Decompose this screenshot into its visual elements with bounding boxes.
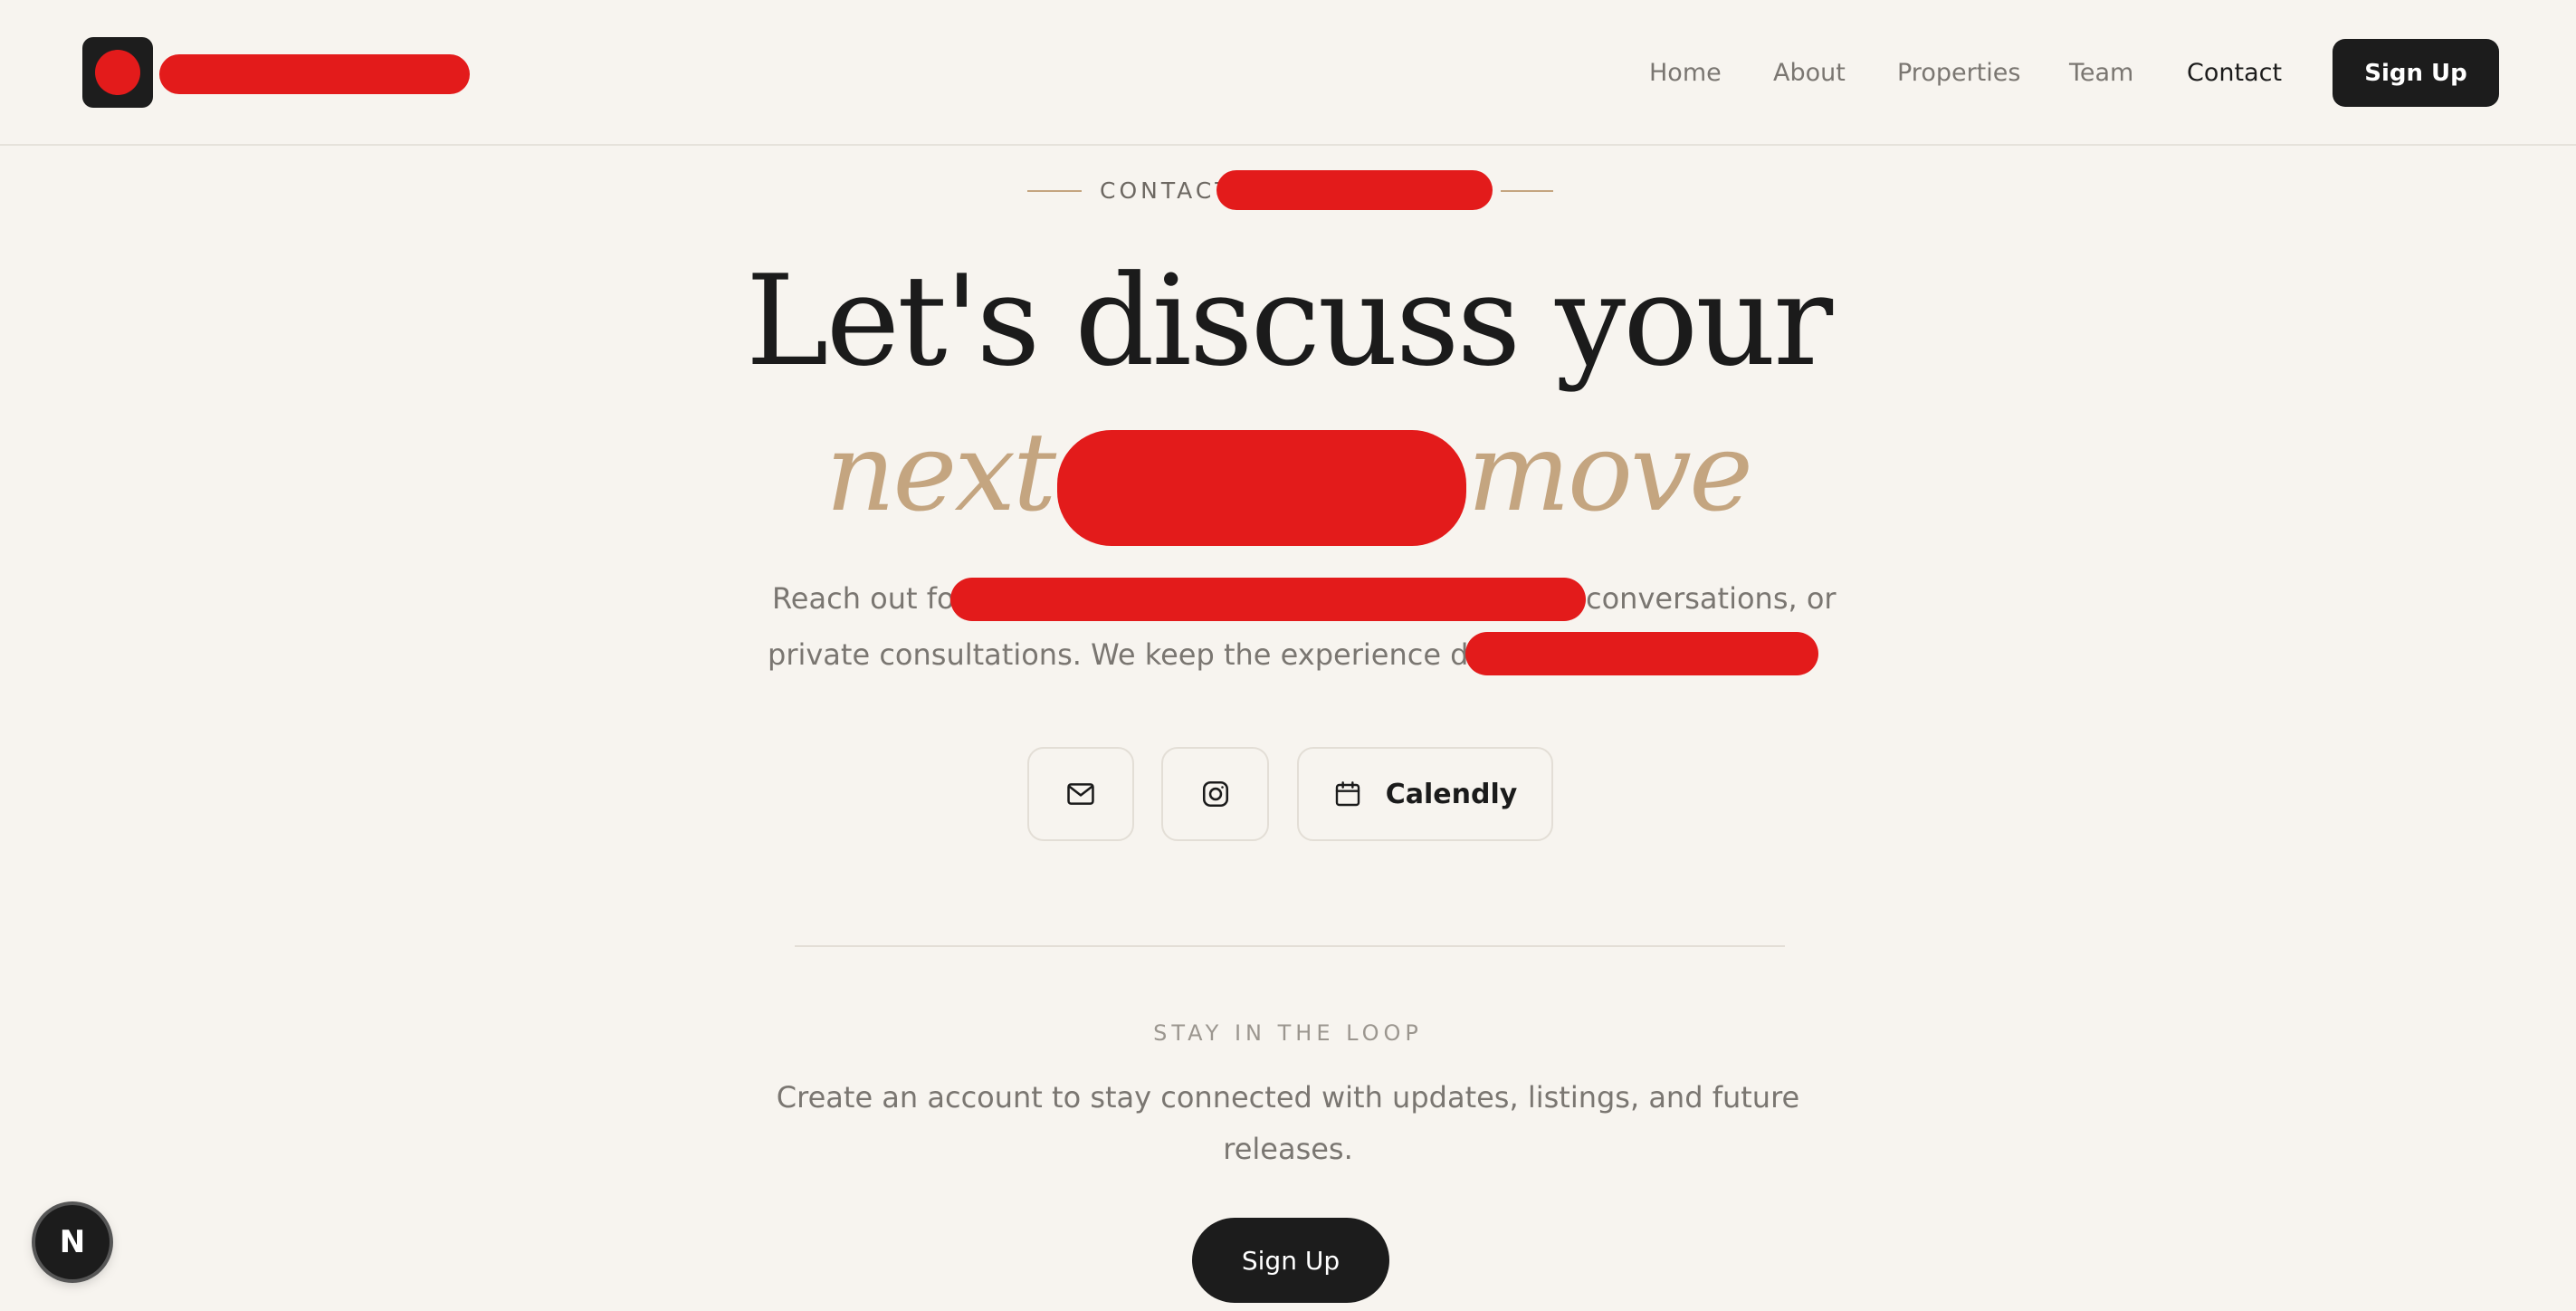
instagram-button[interactable] <box>1161 747 1269 841</box>
redacted-paragraph-2 <box>1465 632 1818 675</box>
section-divider <box>795 945 1785 947</box>
nav-about[interactable]: About <box>1773 53 1846 94</box>
eyebrow-line-right <box>1501 190 1553 192</box>
nav-contact[interactable]: Contact <box>2187 53 2282 94</box>
redacted-headline-word <box>1057 430 1466 546</box>
nav-home[interactable]: Home <box>1649 53 1722 94</box>
mail-icon <box>1067 783 1094 805</box>
newsletter-text-line-2: releases. <box>1223 1132 1353 1166</box>
calendly-button[interactable]: Calendly <box>1297 747 1553 841</box>
main-nav: Home About Properties Team Contact <box>0 53 2576 94</box>
eyebrow-label: CONTACT <box>1100 177 1233 204</box>
redacted-eyebrow-text <box>1216 170 1493 210</box>
calendly-label: Calendly <box>1385 778 1518 810</box>
headline-line-2-end: move <box>1467 410 1753 536</box>
site-header: Home About Properties Team Contact Sign … <box>0 0 2576 146</box>
newsletter-text-line-1: Create an account to stay connected with… <box>776 1080 1800 1115</box>
calendar-icon <box>1335 781 1360 807</box>
eyebrow-line-left <box>1027 190 1082 192</box>
newsletter-signup-label: Sign Up <box>1241 1245 1340 1276</box>
newsletter-signup-button[interactable]: Sign Up <box>1192 1218 1389 1303</box>
nav-team[interactable]: Team <box>2069 53 2133 94</box>
nav-properties[interactable]: Properties <box>1897 53 2020 94</box>
header-signup-label: Sign Up <box>2364 59 2467 87</box>
paragraph-line-2-start: private consultations. We keep the exper… <box>768 637 1533 672</box>
paragraph-line-1-start: Reach out for <box>772 581 967 616</box>
headline-line-1: Let's discuss your <box>745 248 1833 394</box>
headline-line-2-start: next <box>825 410 1056 536</box>
header-signup-button[interactable]: Sign Up <box>2333 39 2499 107</box>
nextjs-logo-icon: N <box>59 1224 86 1260</box>
email-button[interactable] <box>1027 747 1134 841</box>
nextjs-dev-badge[interactable]: N <box>35 1205 110 1279</box>
redacted-paragraph-1 <box>950 578 1586 621</box>
instagram-icon <box>1202 780 1228 808</box>
paragraph-line-1-end: conversations, or <box>1586 581 1837 616</box>
newsletter-title: STAY IN THE LOOP <box>1153 1020 1423 1046</box>
